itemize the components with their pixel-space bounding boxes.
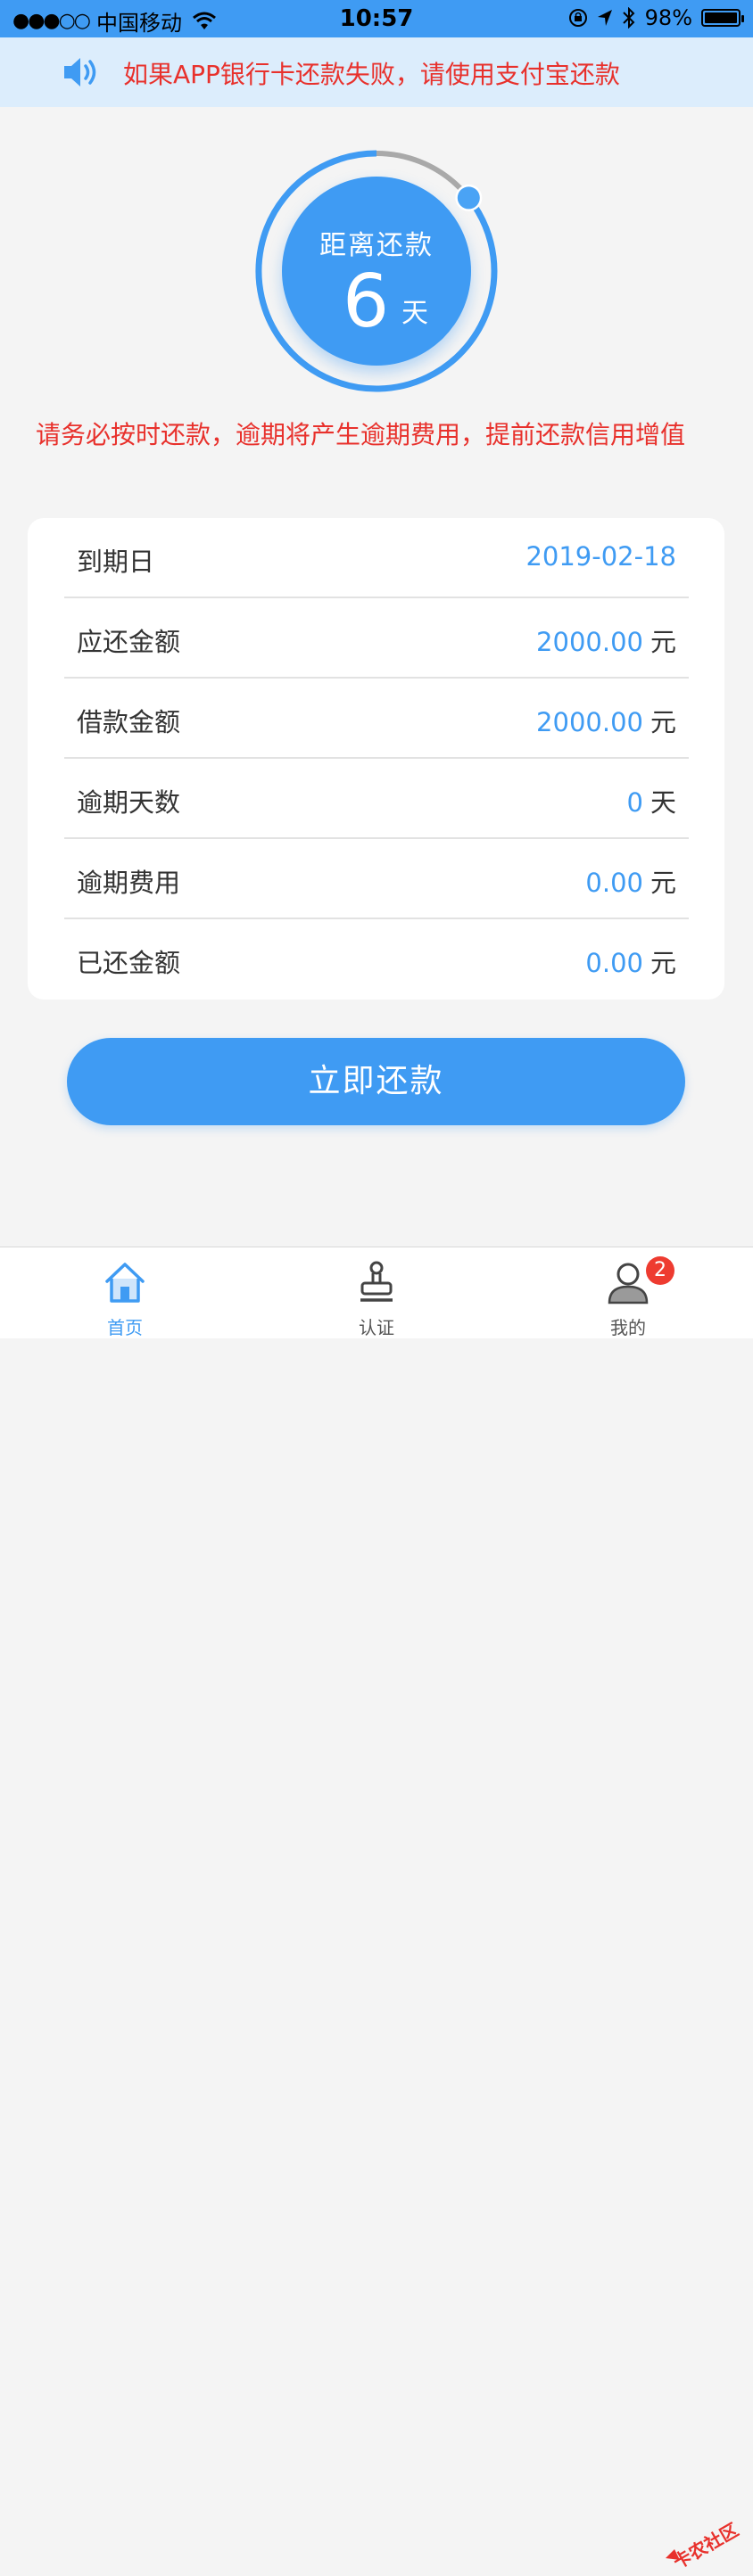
overdue-days-unit: 天 [650, 787, 676, 818]
loan-amount-row: 借款金额 2000.00 元 [64, 679, 689, 759]
notification-badge: 2 [646, 1256, 674, 1285]
repaid-amount-unit: 元 [650, 948, 676, 978]
overdue-fee-unit: 元 [650, 868, 676, 898]
countdown-days: 6 [343, 259, 390, 344]
repaid-amount-value: 0.00 [585, 948, 643, 978]
overdue-days-value: 0 [626, 787, 643, 818]
tab-bar: 首页 认证 2 我的 卡农社区 [0, 1247, 753, 2573]
speaker-icon [64, 58, 96, 86]
stamp-icon [360, 1261, 393, 1302]
battery-percent: 98% [644, 5, 692, 30]
repay-amount-label: 应还金额 [77, 627, 181, 657]
watermark-logo: 卡农社区 [666, 2519, 742, 2573]
overdue-fee-value: 0.00 [585, 868, 643, 898]
loan-amount-unit: 元 [650, 707, 676, 737]
overdue-fee-label: 逾期费用 [77, 868, 181, 898]
repaid-amount-label: 已还金额 [77, 948, 181, 978]
warning-text: 请务必按时还款，逾期将产生逾期费用，提前还款信用增值 [36, 420, 686, 449]
overdue-fee-row: 逾期费用 0.00 元 [64, 839, 689, 919]
due-date-row: 到期日 2019-02-18 [64, 518, 689, 598]
bluetooth-icon [622, 7, 635, 29]
svg-text:卡农社区: 卡农社区 [669, 2519, 741, 2573]
tab-mine-label: 我的 [610, 1317, 646, 1338]
repay-amount-value: 2000.00 [536, 627, 643, 657]
due-date-label: 到期日 [77, 547, 155, 577]
battery-icon [701, 9, 744, 27]
notice-bar: 如果APP银行卡还款失败，请使用支付宝还款 [0, 37, 753, 107]
notice-text: 如果APP银行卡还款失败，请使用支付宝还款 [123, 60, 620, 89]
countdown-label: 距离还款 [319, 230, 434, 261]
countdown-unit: 天 [401, 298, 428, 329]
loan-amount-value: 2000.00 [536, 707, 643, 737]
tab-home[interactable]: 首页 [62, 1247, 187, 1338]
repay-now-button[interactable]: 立即还款 [67, 1038, 685, 1125]
home-icon [105, 1263, 145, 1303]
repay-amount-unit: 元 [650, 627, 676, 657]
status-bar: ●●●○○ 中国移动 10:57 98% [0, 0, 753, 37]
tab-mine[interactable]: 2 我的 [566, 1247, 691, 1338]
status-right: 98% [568, 5, 744, 30]
loan-amount-label: 借款金额 [77, 707, 181, 737]
tab-auth-label: 认证 [359, 1317, 394, 1338]
countdown-ring: 距离还款 6 天 [252, 146, 501, 396]
due-date-value: 2019-02-18 [525, 541, 676, 572]
user-icon [608, 1263, 649, 1304]
tab-home-label: 首页 [107, 1317, 143, 1338]
tab-auth[interactable]: 认证 [314, 1247, 439, 1338]
location-icon [597, 10, 612, 26]
countdown-circle: 距离还款 6 天 [282, 177, 471, 366]
repay-amount-row: 应还金额 2000.00 元 [64, 598, 689, 679]
repaid-amount-row: 已还金额 0.00 元 [64, 919, 689, 1000]
lock-rotation-icon [568, 9, 587, 27]
overdue-days-row: 逾期天数 0天 [64, 759, 689, 839]
loan-info-card: 到期日 2019-02-18 应还金额 2000.00 元 借款金额 2000.0… [28, 518, 724, 1000]
overdue-days-label: 逾期天数 [77, 787, 181, 818]
